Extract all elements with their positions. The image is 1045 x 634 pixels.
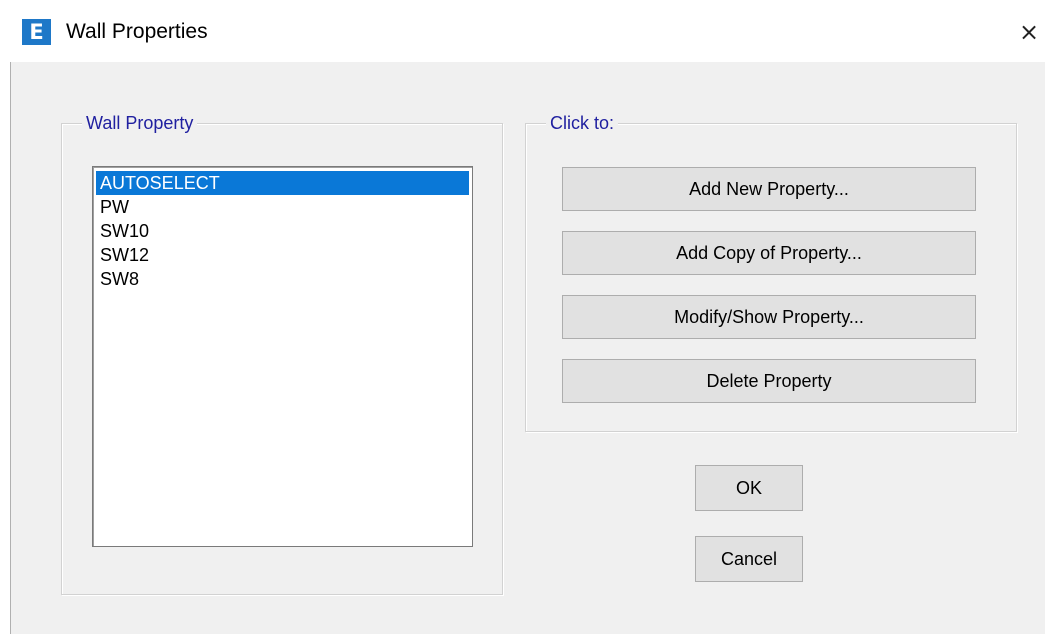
dialog-client-area: Wall Property AUTOSELECT PW SW10 SW12 SW… [10, 62, 1045, 634]
list-item-sw10[interactable]: SW10 [96, 219, 469, 243]
click-to-group: Click to: Add New Property... Add Copy o… [525, 111, 1017, 432]
list-item-sw8[interactable]: SW8 [96, 267, 469, 291]
close-icon[interactable]: × [1013, 14, 1045, 50]
ok-button[interactable]: OK [695, 465, 803, 511]
window-title: Wall Properties [66, 20, 208, 43]
list-item-pw[interactable]: PW [96, 195, 469, 219]
list-item-autoselect[interactable]: AUTOSELECT [96, 171, 469, 195]
title-bar[interactable]: E Wall Properties × [0, 0, 1045, 62]
wall-property-group: Wall Property AUTOSELECT PW SW10 SW12 SW… [61, 111, 503, 595]
cancel-button[interactable]: Cancel [695, 536, 803, 582]
delete-property-button[interactable]: Delete Property [562, 359, 976, 403]
wall-property-listbox[interactable]: AUTOSELECT PW SW10 SW12 SW8 [92, 166, 473, 547]
list-item-sw12[interactable]: SW12 [96, 243, 469, 267]
etabs-app-icon: E [22, 19, 51, 45]
modify-show-property-button[interactable]: Modify/Show Property... [562, 295, 976, 339]
add-copy-of-property-button[interactable]: Add Copy of Property... [562, 231, 976, 275]
wall-property-group-label: Wall Property [82, 111, 198, 135]
click-to-group-label: Click to: [546, 111, 619, 135]
add-new-property-button[interactable]: Add New Property... [562, 167, 976, 211]
wall-properties-dialog: E Wall Properties × Wall Property AUTOSE… [0, 0, 1045, 634]
